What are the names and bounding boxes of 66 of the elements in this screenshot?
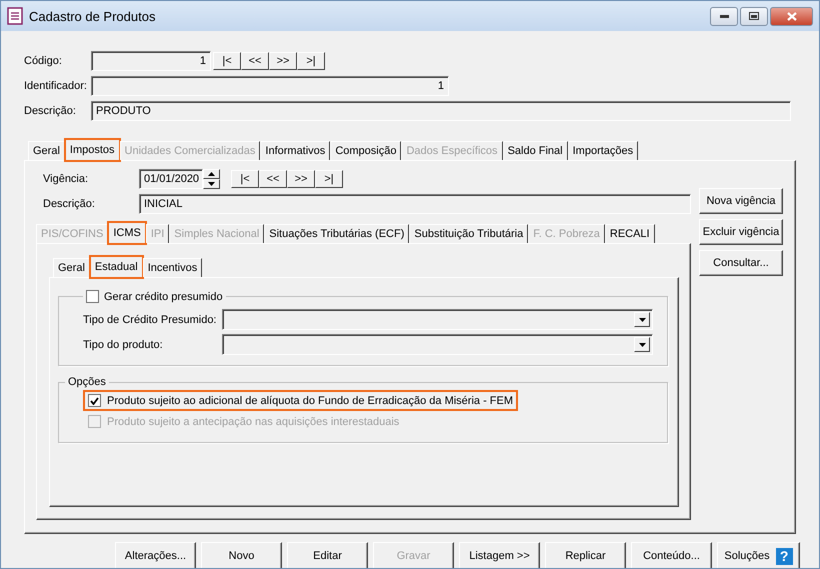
- description-field[interactable]: PRODUTO: [91, 100, 791, 120]
- record-nav-button[interactable]: |<: [231, 170, 259, 188]
- maximize-icon: [749, 12, 759, 20]
- up-arrow-icon: [208, 172, 215, 176]
- group-title: Opções: [68, 376, 106, 388]
- field-label: Tipo de Crédito Presumido:: [83, 314, 218, 326]
- side-button[interactable]: Consultar...: [699, 250, 783, 276]
- action-button[interactable]: Listagem >>: [459, 542, 540, 568]
- tab[interactable]: Substituição Tributária: [409, 224, 528, 243]
- dropdown[interactable]: [222, 309, 653, 330]
- action-button[interactable]: Alterações...: [115, 542, 196, 568]
- side-button[interactable]: Nova vigência: [699, 188, 783, 214]
- tab[interactable]: Composição: [330, 141, 402, 160]
- checkbox-option[interactable]: Produto sujeito ao adicional de alíquota do Fundo de Erradicação da Miséria - FEM: [83, 390, 518, 411]
- window-title: Cadastro de Produtos: [29, 8, 156, 24]
- tab[interactable]: Estadual: [90, 256, 143, 278]
- record-nav-button[interactable]: >>: [269, 52, 297, 70]
- tab[interactable]: Impostos: [64, 139, 120, 161]
- code-field[interactable]: 1: [91, 50, 211, 70]
- minimize-icon: [720, 14, 728, 18]
- document-icon: [7, 7, 23, 25]
- help-button[interactable]: Soluções ?: [717, 542, 800, 568]
- field-label: Código:: [24, 54, 63, 66]
- record-nav-button[interactable]: <<: [259, 170, 287, 188]
- tab[interactable]: Geral: [53, 258, 90, 277]
- record-nav-button[interactable]: <<: [241, 52, 269, 70]
- action-button[interactable]: Conteúdo...: [631, 542, 712, 568]
- field-label: Identificador:: [24, 80, 88, 92]
- date-spinner[interactable]: [203, 168, 220, 188]
- field-label: Tipo do produto:: [83, 338, 164, 350]
- checkbox[interactable]: [86, 290, 99, 303]
- tab[interactable]: Saldo Final: [502, 141, 568, 160]
- maximize-button[interactable]: [740, 6, 768, 26]
- side-button[interactable]: Excluir vigência: [699, 219, 783, 245]
- record-nav-button[interactable]: >>: [287, 170, 315, 188]
- date-field[interactable]: 01/01/2020: [139, 168, 203, 188]
- checkbox-label: Gerar crédito presumido: [104, 290, 223, 302]
- field-label: Descrição:: [24, 104, 77, 116]
- tab[interactable]: ICMS: [108, 222, 146, 244]
- record-nav-button[interactable]: >|: [315, 170, 343, 188]
- field-label: Descrição:: [43, 198, 96, 210]
- dropdown[interactable]: [222, 334, 653, 355]
- field-label: Vigência:: [43, 172, 90, 184]
- help-icon: ?: [776, 548, 793, 564]
- record-nav-button[interactable]: |<: [213, 52, 241, 70]
- action-button[interactable]: Editar: [287, 542, 368, 568]
- description-field[interactable]: INICIAL: [139, 194, 691, 214]
- record-nav-button[interactable]: >|: [297, 52, 325, 70]
- tab[interactable]: Geral: [28, 141, 65, 160]
- minimize-button[interactable]: [710, 6, 738, 26]
- identifier-field[interactable]: 1: [91, 76, 449, 96]
- tab[interactable]: Incentivos: [142, 258, 202, 277]
- tab[interactable]: RECALI: [604, 224, 655, 243]
- close-icon: [786, 12, 796, 20]
- tab[interactable]: Informativos: [260, 141, 330, 160]
- down-arrow-icon: [638, 318, 646, 322]
- dropdown-button[interactable]: [634, 312, 650, 327]
- close-button[interactable]: [770, 6, 813, 26]
- tab[interactable]: Importações: [568, 141, 638, 160]
- action-button[interactable]: Novo: [201, 542, 282, 568]
- dropdown-button[interactable]: [634, 337, 650, 352]
- checkbox[interactable]: [88, 394, 101, 407]
- action-button[interactable]: Replicar: [545, 542, 626, 568]
- down-arrow-icon: [208, 182, 215, 186]
- down-arrow-icon: [638, 342, 646, 346]
- tab[interactable]: Situações Tributárias (ECF): [264, 224, 410, 243]
